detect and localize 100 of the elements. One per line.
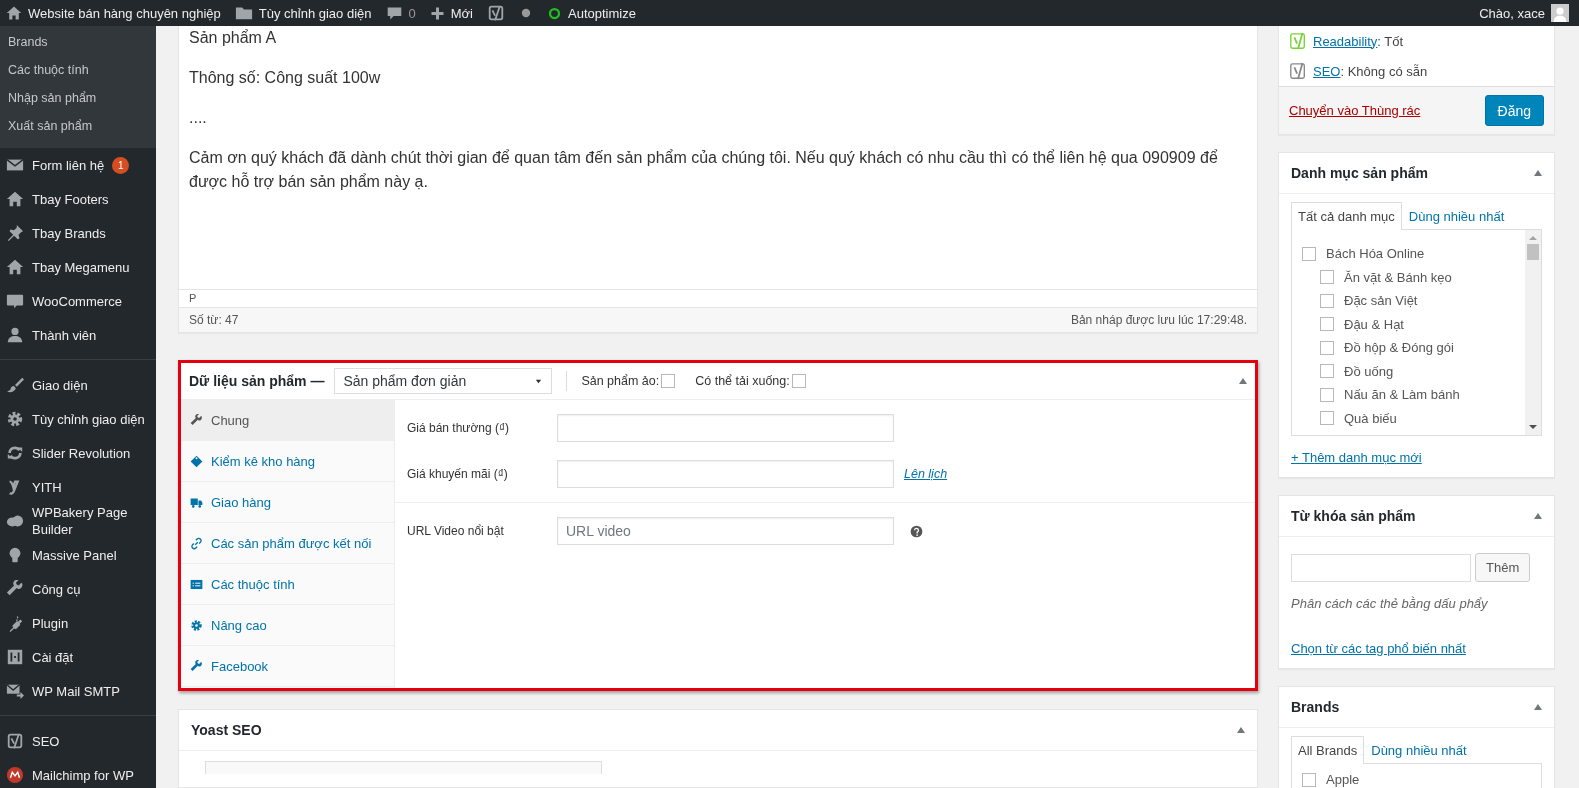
checkbox[interactable] (1320, 411, 1334, 426)
collapse-icon[interactable] (1534, 704, 1542, 710)
submenu-item[interactable]: Nhập sản phẩm (0, 86, 156, 114)
tab-strip[interactable] (205, 760, 602, 774)
paragraph: Sản phẩm A (189, 28, 278, 48)
field-label: Giá khuyến mãi (₫) (407, 467, 509, 482)
product-data-tab[interactable]: Các thuộc tính (181, 564, 394, 606)
menu-item[interactable]: Thành viên (32, 326, 97, 344)
trash-link[interactable]: Chuyển vào Thùng rác (1289, 103, 1421, 118)
product-data-tab[interactable]: Nâng cao (181, 605, 394, 647)
collapse-icon[interactable] (1534, 170, 1542, 176)
checkbox-label: Đồ hộp & Đóng gói (1344, 340, 1454, 356)
scrollbar[interactable] (1525, 230, 1541, 435)
checkbox[interactable] (1320, 270, 1334, 285)
paragraph: .... (189, 108, 208, 128)
menu-item[interactable]: Form liên hệ (32, 156, 105, 174)
panel-title: Brands (1291, 699, 1340, 715)
site-link[interactable]: Website bán hàng chuyên nghiệp (28, 5, 221, 21)
comments-link[interactable]: 0 (408, 5, 416, 21)
schedule-link[interactable]: Lên lịch (904, 467, 948, 482)
menu-item[interactable]: WooCommerce (32, 292, 123, 310)
checkbox[interactable] (661, 374, 676, 389)
product-data-tab[interactable]: Chung (181, 400, 394, 442)
checkbox[interactable] (1302, 772, 1316, 787)
menu-item[interactable]: Cài đặt (32, 648, 74, 666)
menu-item[interactable]: Slider Revolution (32, 444, 131, 462)
house-icon (6, 258, 24, 276)
text-field[interactable]: URL video (557, 517, 894, 546)
wrench-icon (190, 413, 203, 427)
count-badge: 1 (112, 156, 130, 174)
menu-item[interactable]: Massive Panel (32, 546, 117, 564)
product-data-tab[interactable]: Facebook (181, 646, 394, 688)
scroll-thumb[interactable] (1527, 244, 1539, 260)
product-data-tab[interactable]: Các sản phẩm được kết nối (181, 523, 394, 565)
ring-icon (547, 5, 562, 21)
sliders-icon (6, 648, 24, 666)
checkbox[interactable] (791, 374, 806, 389)
add-tag-button[interactable]: Thêm (1475, 553, 1531, 582)
submenu-item[interactable]: Xuất sản phẩm (0, 114, 156, 142)
yoast-icon (6, 732, 24, 750)
collapse-icon[interactable] (1534, 513, 1542, 519)
menu-item[interactable]: Tbay Megamenu (32, 258, 130, 276)
category-tab[interactable]: Dùng nhiều nhất (1364, 736, 1474, 764)
product-type-select[interactable]: Sản phẩm đơn giản (334, 368, 553, 395)
menu-item[interactable]: Plugin (32, 614, 69, 632)
field-label: URL Video nổi bật (407, 524, 505, 539)
account-greeting[interactable]: Chào, xace (1479, 5, 1545, 21)
menu-item[interactable]: Giao diện (32, 376, 88, 394)
new-link[interactable]: Mới (450, 5, 473, 21)
panel-title: Yoast SEO (191, 721, 262, 738)
field-label: Giá bán thường (₫) (407, 421, 511, 436)
menu-item[interactable]: Tbay Footers (32, 190, 109, 208)
collapse-icon[interactable] (1237, 726, 1245, 733)
house-icon (6, 5, 22, 21)
paragraph: Cảm ơn quý khách đã dành chút thời gian để quan tâm đến sản phẩm của chúng tôi. Nếu quý khách có nhu cầu thì có thể liên hệ qua 090909 để được hỗ trợ bán sản phẩm này ạ. (189, 148, 1219, 192)
customize-link[interactable]: Tùy chỉnh giao diện (258, 5, 372, 21)
avatar-icon (1551, 4, 1569, 22)
scroll-down-icon[interactable] (1529, 425, 1537, 429)
menu-item[interactable]: WP Mail SMTP (32, 682, 120, 700)
submenu-item[interactable]: Các thuộc tính (0, 58, 156, 86)
scroll-up-icon[interactable] (1529, 236, 1537, 240)
menu-item[interactable]: Tùy chỉnh giao diện (32, 410, 145, 428)
plus-icon (429, 5, 445, 21)
add-category-link[interactable]: + Thêm danh mục mới (1291, 450, 1422, 465)
menu-item[interactable]: YITH (32, 478, 62, 496)
checkbox-label: Đậu & Hạt (1344, 316, 1404, 332)
checkbox[interactable] (1320, 387, 1334, 402)
checkbox[interactable] (1320, 340, 1334, 355)
category-tab[interactable]: All Brands (1291, 736, 1365, 764)
yoast-icon (487, 4, 505, 22)
text-field[interactable] (557, 414, 894, 443)
word-count: Số từ: 47 (189, 313, 239, 328)
product-data-tab[interactable]: Kiểm kê kho hàng (181, 441, 394, 483)
collapse-icon[interactable] (1239, 378, 1247, 385)
menu-item[interactable]: SEO (32, 732, 60, 750)
text-field[interactable] (557, 460, 894, 489)
speech-bubble-icon (6, 292, 24, 310)
menu-item[interactable]: Tbay Brands (32, 224, 106, 242)
hint-text: Phân cách các thẻ bằng dấu phẩy (1291, 596, 1489, 611)
popular-tags-link[interactable]: Chọn từ các tag phổ biến nhất (1291, 641, 1466, 656)
help-icon (910, 524, 923, 538)
paintbrush-icon (6, 376, 24, 394)
tag-field[interactable] (1291, 553, 1471, 582)
menu-item[interactable]: Công cụ (32, 580, 81, 598)
product-data-tab[interactable]: Giao hàng (181, 482, 394, 524)
submenu-item[interactable]: Brands (0, 30, 156, 58)
checkbox-label: Ăn vặt & Bánh kẹo (1344, 269, 1452, 285)
category-tab[interactable]: Tất cả danh mục (1291, 202, 1402, 230)
checkbox[interactable] (1320, 364, 1334, 379)
category-tab[interactable]: Dùng nhiều nhất (1401, 202, 1512, 230)
checkbox[interactable] (1320, 293, 1334, 308)
menu-item[interactable]: WPBakery Page Builder (32, 504, 156, 538)
checkbox[interactable] (1302, 246, 1316, 261)
autoptimize-link[interactable]: Autoptimize (568, 5, 636, 21)
tag-icon (190, 454, 203, 468)
person-icon (6, 326, 24, 344)
checkbox[interactable] (1320, 317, 1334, 332)
gear-icon (190, 618, 203, 632)
publish-button[interactable]: Đăng (1484, 95, 1544, 126)
menu-item[interactable]: Mailchimp for WP (32, 766, 134, 784)
